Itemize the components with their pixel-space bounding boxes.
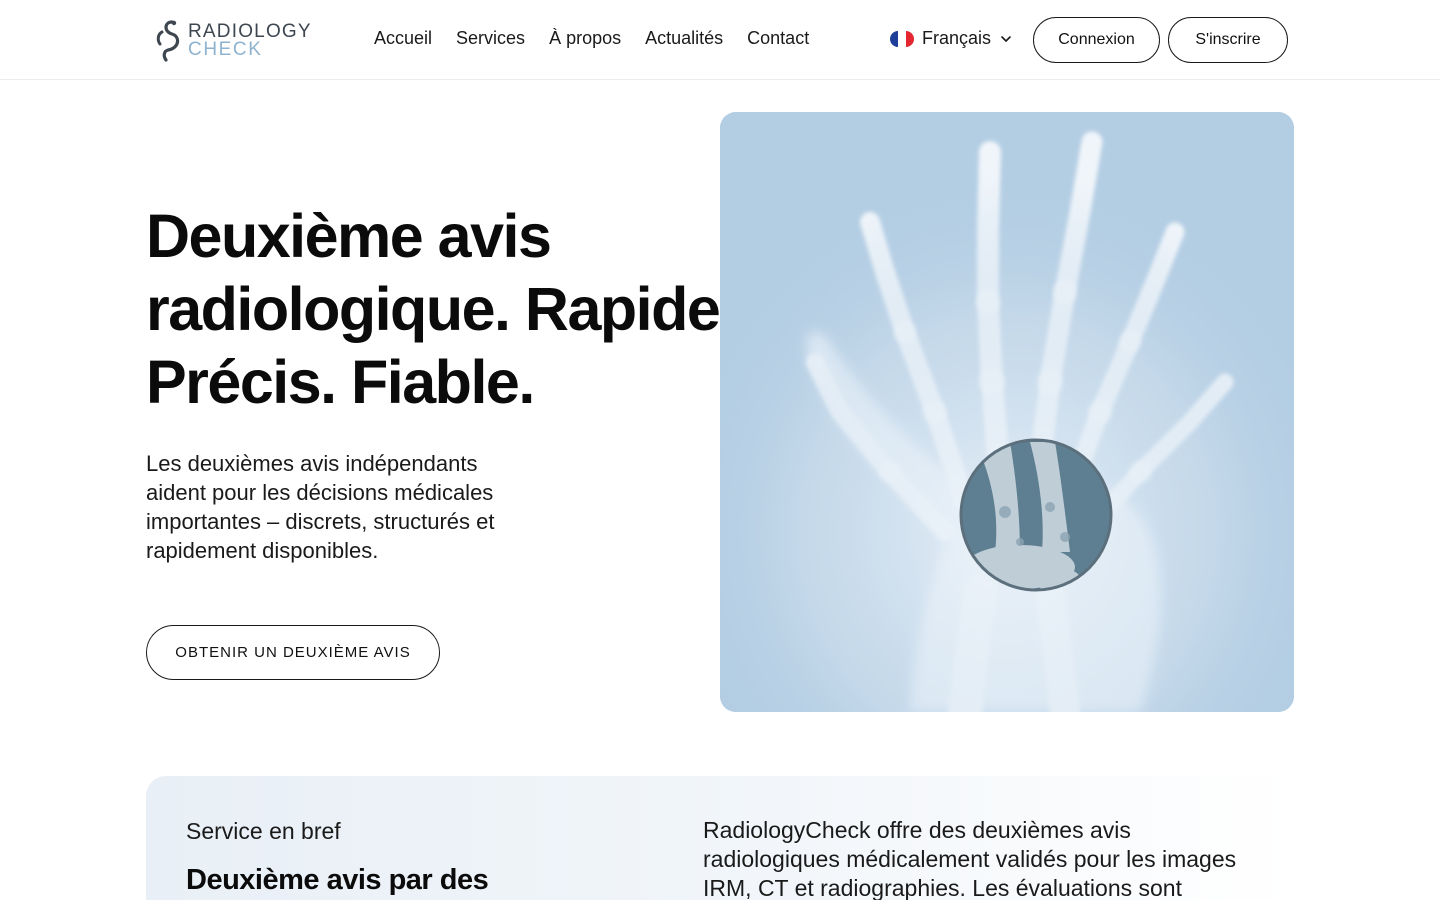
- logo[interactable]: RADIOLOGY CHECK: [154, 17, 314, 63]
- hand-xray-image: [720, 112, 1294, 712]
- login-button[interactable]: Connexion: [1033, 17, 1160, 63]
- logo-text-radiology: RADIOLOGY: [188, 20, 312, 42]
- brief-heading: Deuxième avis par des: [186, 864, 489, 896]
- get-second-opinion-button[interactable]: OBTENIR UN DEUXIÈME AVIS: [146, 625, 440, 680]
- nav-item-actualites[interactable]: Actualités: [645, 28, 723, 49]
- chevron-down-icon: [1001, 35, 1011, 42]
- hero-title-line: radiologique. Rapide.: [146, 275, 736, 343]
- language-label: Français: [922, 28, 992, 48]
- brief-description: RadiologyCheck offre des deuxièmes avis …: [703, 817, 1237, 900]
- logo-mark-icon: [156, 20, 180, 62]
- nav-item-a-propos[interactable]: À propos: [549, 28, 621, 49]
- nav-item-accueil[interactable]: Accueil: [374, 28, 432, 49]
- hero-title-line: Précis. Fiable.: [146, 348, 535, 416]
- service-brief-card: Service en bref Deuxième avis par des Ra…: [146, 776, 1294, 900]
- hand-xray-illustration: [720, 112, 1294, 712]
- site-header: RADIOLOGY CHECK Accueil Services À propo…: [0, 0, 1440, 80]
- hero-title: Deuxième avis radiologique. Rapide. Préc…: [146, 200, 746, 419]
- main-nav: Accueil Services À propos Actualités Con…: [374, 28, 809, 49]
- hero-subtitle: Les deuxièmes avis indépendants aident p…: [146, 451, 495, 563]
- brief-eyebrow: Service en bref: [186, 818, 341, 844]
- nav-item-services[interactable]: Services: [456, 28, 525, 49]
- nav-item-contact[interactable]: Contact: [747, 28, 809, 49]
- hero-title-line: Deuxième avis: [146, 202, 552, 270]
- logo-text-check: CHECK: [188, 38, 263, 60]
- language-selector[interactable]: Français: [890, 28, 1013, 49]
- flag-fr-icon: [890, 30, 914, 47]
- signup-button[interactable]: S'inscrire: [1168, 17, 1288, 63]
